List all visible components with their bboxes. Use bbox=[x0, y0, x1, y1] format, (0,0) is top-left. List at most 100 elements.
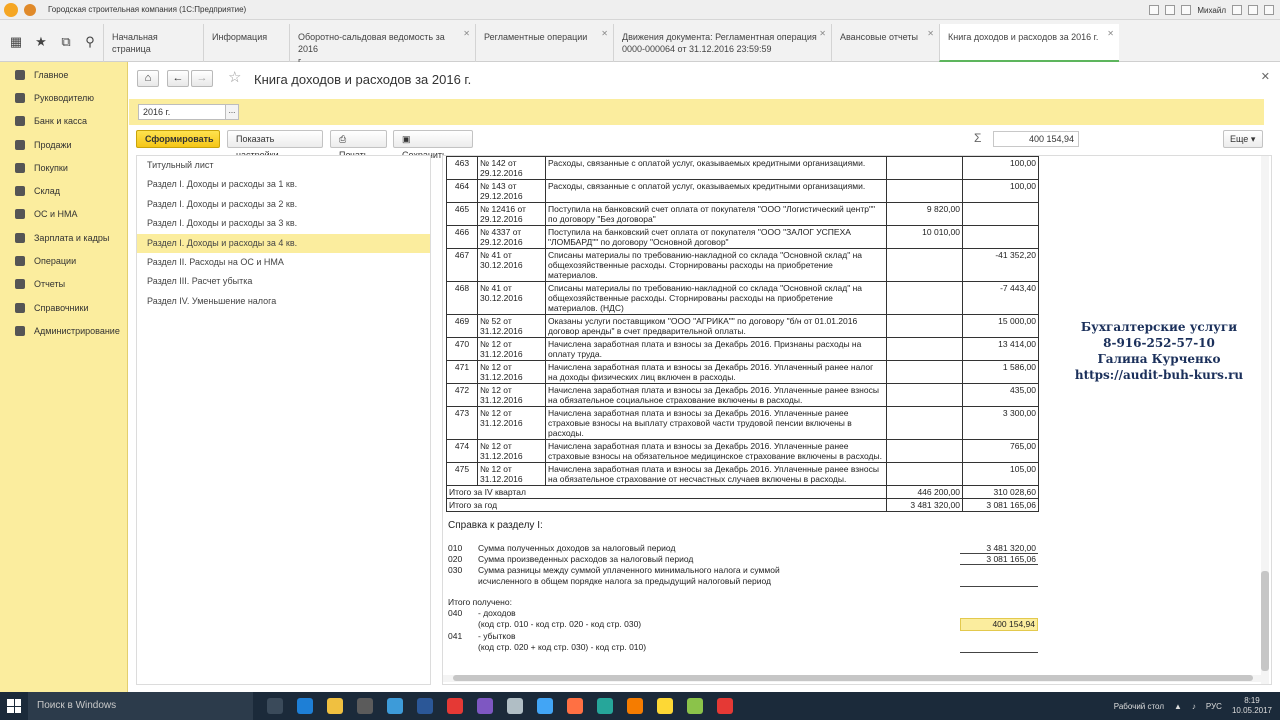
table-row[interactable]: 465 № 12416 от 29.12.2016 Поступила на бан… bbox=[446, 202, 1039, 226]
app-icon[interactable] bbox=[507, 698, 523, 714]
favorite-star-icon[interactable]: ☆ bbox=[228, 68, 241, 86]
yandex-icon[interactable] bbox=[447, 698, 463, 714]
tab-income-expense-book[interactable]: Книга доходов и расходов за 2016 г. ✕ bbox=[939, 24, 1119, 62]
vertical-scrollbar[interactable] bbox=[1261, 156, 1269, 684]
nav-item-bank[interactable]: Банк и касса bbox=[0, 110, 127, 133]
nav-item-catalogs[interactable]: Справочники bbox=[0, 296, 127, 319]
close-icon[interactable]: ✕ bbox=[601, 28, 608, 40]
app-icon[interactable] bbox=[687, 698, 703, 714]
taskbar-search[interactable]: Поиск в Windows bbox=[28, 692, 253, 720]
app-icon[interactable] bbox=[597, 698, 613, 714]
1c-icon[interactable] bbox=[657, 698, 673, 714]
start-button[interactable] bbox=[0, 692, 28, 720]
table-row[interactable]: 466 № 4337 от 29.12.2016 Поступила на банк… bbox=[446, 225, 1039, 249]
scroll-thumb[interactable] bbox=[1261, 571, 1269, 671]
nav-item-reports[interactable]: Отчеты bbox=[0, 273, 127, 296]
back-button[interactable]: ← bbox=[167, 70, 189, 87]
close-icon[interactable]: ✕ bbox=[1261, 70, 1270, 83]
table-row[interactable]: 472 № 12 от 31.12.2016 Начислена заработна… bbox=[446, 383, 1039, 407]
tab-balance-sheet[interactable]: Оборотно-сальдовая ведомость за 2016 г. … bbox=[289, 24, 475, 66]
period-field[interactable]: 2016 г. bbox=[138, 104, 226, 120]
close-icon[interactable]: ✕ bbox=[819, 28, 826, 40]
summary-value-010[interactable]: 3 481 320,00 bbox=[960, 543, 1038, 554]
apps-grid-icon[interactable]: ▦ bbox=[6, 32, 26, 52]
more-button[interactable]: Еще ▾ bbox=[1223, 130, 1263, 148]
app-icon[interactable] bbox=[717, 698, 733, 714]
mail-icon[interactable] bbox=[387, 698, 403, 714]
section-item[interactable]: Раздел IV. Уменьшение налога bbox=[137, 292, 430, 311]
generate-button[interactable]: Сформировать bbox=[136, 130, 220, 148]
minimize-button[interactable] bbox=[1232, 5, 1242, 15]
table-row[interactable]: 464 № 143 от 29.12.2016 Расходы, связанные… bbox=[446, 179, 1039, 203]
section-item[interactable]: Раздел II. Расходы на ОС и НМА bbox=[137, 253, 430, 272]
task-view-icon[interactable] bbox=[267, 698, 283, 714]
table-row[interactable]: 474 № 12 от 31.12.2016 Начислена заработна… bbox=[446, 439, 1039, 463]
save-icon[interactable] bbox=[1149, 5, 1160, 15]
print-button[interactable]: ⎙ Печать bbox=[330, 130, 387, 160]
table-row[interactable]: 471 № 12 от 31.12.2016 Начислена заработна… bbox=[446, 360, 1039, 384]
horizontal-scrollbar[interactable] bbox=[443, 675, 1263, 682]
favorites-star-icon[interactable]: ★ bbox=[31, 32, 51, 52]
explorer-icon[interactable] bbox=[327, 698, 343, 714]
nav-item-payroll[interactable]: Зарплата и кадры bbox=[0, 226, 127, 249]
nav-item-fixed-assets[interactable]: ОС и НМА bbox=[0, 203, 127, 226]
tab-regulatory-ops[interactable]: Регламентные операции ✕ bbox=[475, 24, 613, 62]
history-icon[interactable]: ⧉ bbox=[56, 32, 76, 52]
save-button[interactable]: ▣ Сохранить... bbox=[393, 130, 473, 160]
nav-item-admin[interactable]: Администрирование bbox=[0, 319, 127, 342]
table-row[interactable]: 463 № 142 от 29.12.2016 Расходы, связанные… bbox=[446, 156, 1039, 180]
table-row[interactable]: 467 № 41 от 30.12.2016 Списаны материалы п… bbox=[446, 248, 1039, 282]
report-spreadsheet[interactable]: 463 № 142 от 29.12.2016 Расходы, связанные… bbox=[442, 155, 1272, 685]
user-name[interactable]: Михайл bbox=[1197, 6, 1226, 15]
tab-advance-reports[interactable]: Авансовые отчеты ✕ bbox=[831, 24, 939, 62]
total-row[interactable]: Итого за год 3 481 320,00 3 081 165,06 bbox=[446, 498, 1039, 512]
table-row[interactable]: 475 № 12 от 31.12.2016 Начислена заработна… bbox=[446, 462, 1039, 486]
section-item[interactable]: Раздел I. Доходы и расходы за 3 кв. bbox=[137, 214, 430, 233]
section-item[interactable]: Титульный лист bbox=[137, 156, 430, 175]
nav-item-main[interactable]: Главное bbox=[0, 63, 127, 86]
close-icon[interactable]: ✕ bbox=[463, 28, 470, 40]
table-row[interactable]: 473 № 12 от 31.12.2016 Начислена заработна… bbox=[446, 406, 1039, 440]
app-icon[interactable] bbox=[627, 698, 643, 714]
tab-home[interactable]: Начальная страница bbox=[103, 24, 203, 62]
print-icon[interactable] bbox=[1165, 5, 1176, 15]
close-icon[interactable]: ✕ bbox=[1107, 28, 1114, 40]
scroll-thumb[interactable] bbox=[453, 675, 1253, 681]
nav-item-sales[interactable]: Продажи bbox=[0, 133, 127, 156]
summary-value-030[interactable] bbox=[960, 576, 1038, 587]
section-item[interactable]: Раздел I. Доходы и расходы за 2 кв. bbox=[137, 195, 430, 214]
calendar-icon[interactable] bbox=[1181, 5, 1192, 15]
table-row[interactable]: 469 № 52 от 31.12.2016 Оказаны услуги пост… bbox=[446, 314, 1039, 338]
summary-value-040[interactable]: 400 154,94 bbox=[960, 618, 1038, 631]
section-item[interactable]: Раздел I. Доходы и расходы за 1 кв. bbox=[137, 175, 430, 194]
summary-value-020[interactable]: 3 081 165,06 bbox=[960, 554, 1038, 565]
contacts-icon[interactable] bbox=[417, 698, 433, 714]
nav-item-operations[interactable]: Операции bbox=[0, 249, 127, 272]
language-indicator[interactable]: РУС bbox=[1206, 702, 1222, 711]
clock[interactable]: 8:19 10.05.2017 bbox=[1232, 696, 1272, 716]
table-row[interactable]: 468 № 41 от 30.12.2016 Списаны материалы п… bbox=[446, 281, 1039, 315]
table-row[interactable]: 470 № 12 от 31.12.2016 Начислена заработна… bbox=[446, 337, 1039, 361]
total-row[interactable]: Итого за IV квартал 446 200,00 310 028,60 bbox=[446, 485, 1039, 499]
period-select-button[interactable]: ... bbox=[225, 104, 239, 120]
firefox-icon[interactable] bbox=[567, 698, 583, 714]
tab-doc-movements[interactable]: Движения документа: Регламентная операци… bbox=[613, 24, 831, 62]
nav-item-warehouse[interactable]: Склад bbox=[0, 179, 127, 202]
summary-value-041[interactable] bbox=[960, 642, 1038, 653]
app-menu-icon[interactable] bbox=[24, 3, 36, 16]
maximize-button[interactable] bbox=[1248, 5, 1258, 15]
tab-info[interactable]: Информация bbox=[203, 24, 289, 62]
app-icon[interactable] bbox=[477, 698, 493, 714]
show-settings-button[interactable]: Показать настройки bbox=[227, 130, 323, 160]
desktop-label[interactable]: Рабочий стол bbox=[1114, 702, 1164, 711]
close-icon[interactable]: ✕ bbox=[927, 28, 934, 40]
nav-item-purchases[interactable]: Покупки bbox=[0, 156, 127, 179]
close-window-button[interactable] bbox=[1264, 5, 1274, 15]
section-item-selected[interactable]: Раздел I. Доходы и расходы за 4 кв. bbox=[137, 233, 430, 253]
volume-icon[interactable]: ♪ bbox=[1192, 702, 1196, 711]
section-item[interactable]: Раздел III. Расчет убытка bbox=[137, 272, 430, 291]
store-icon[interactable] bbox=[357, 698, 373, 714]
network-icon[interactable]: ▲ bbox=[1174, 702, 1182, 711]
edge-icon[interactable] bbox=[297, 698, 313, 714]
home-button[interactable]: ⌂ bbox=[137, 70, 159, 87]
